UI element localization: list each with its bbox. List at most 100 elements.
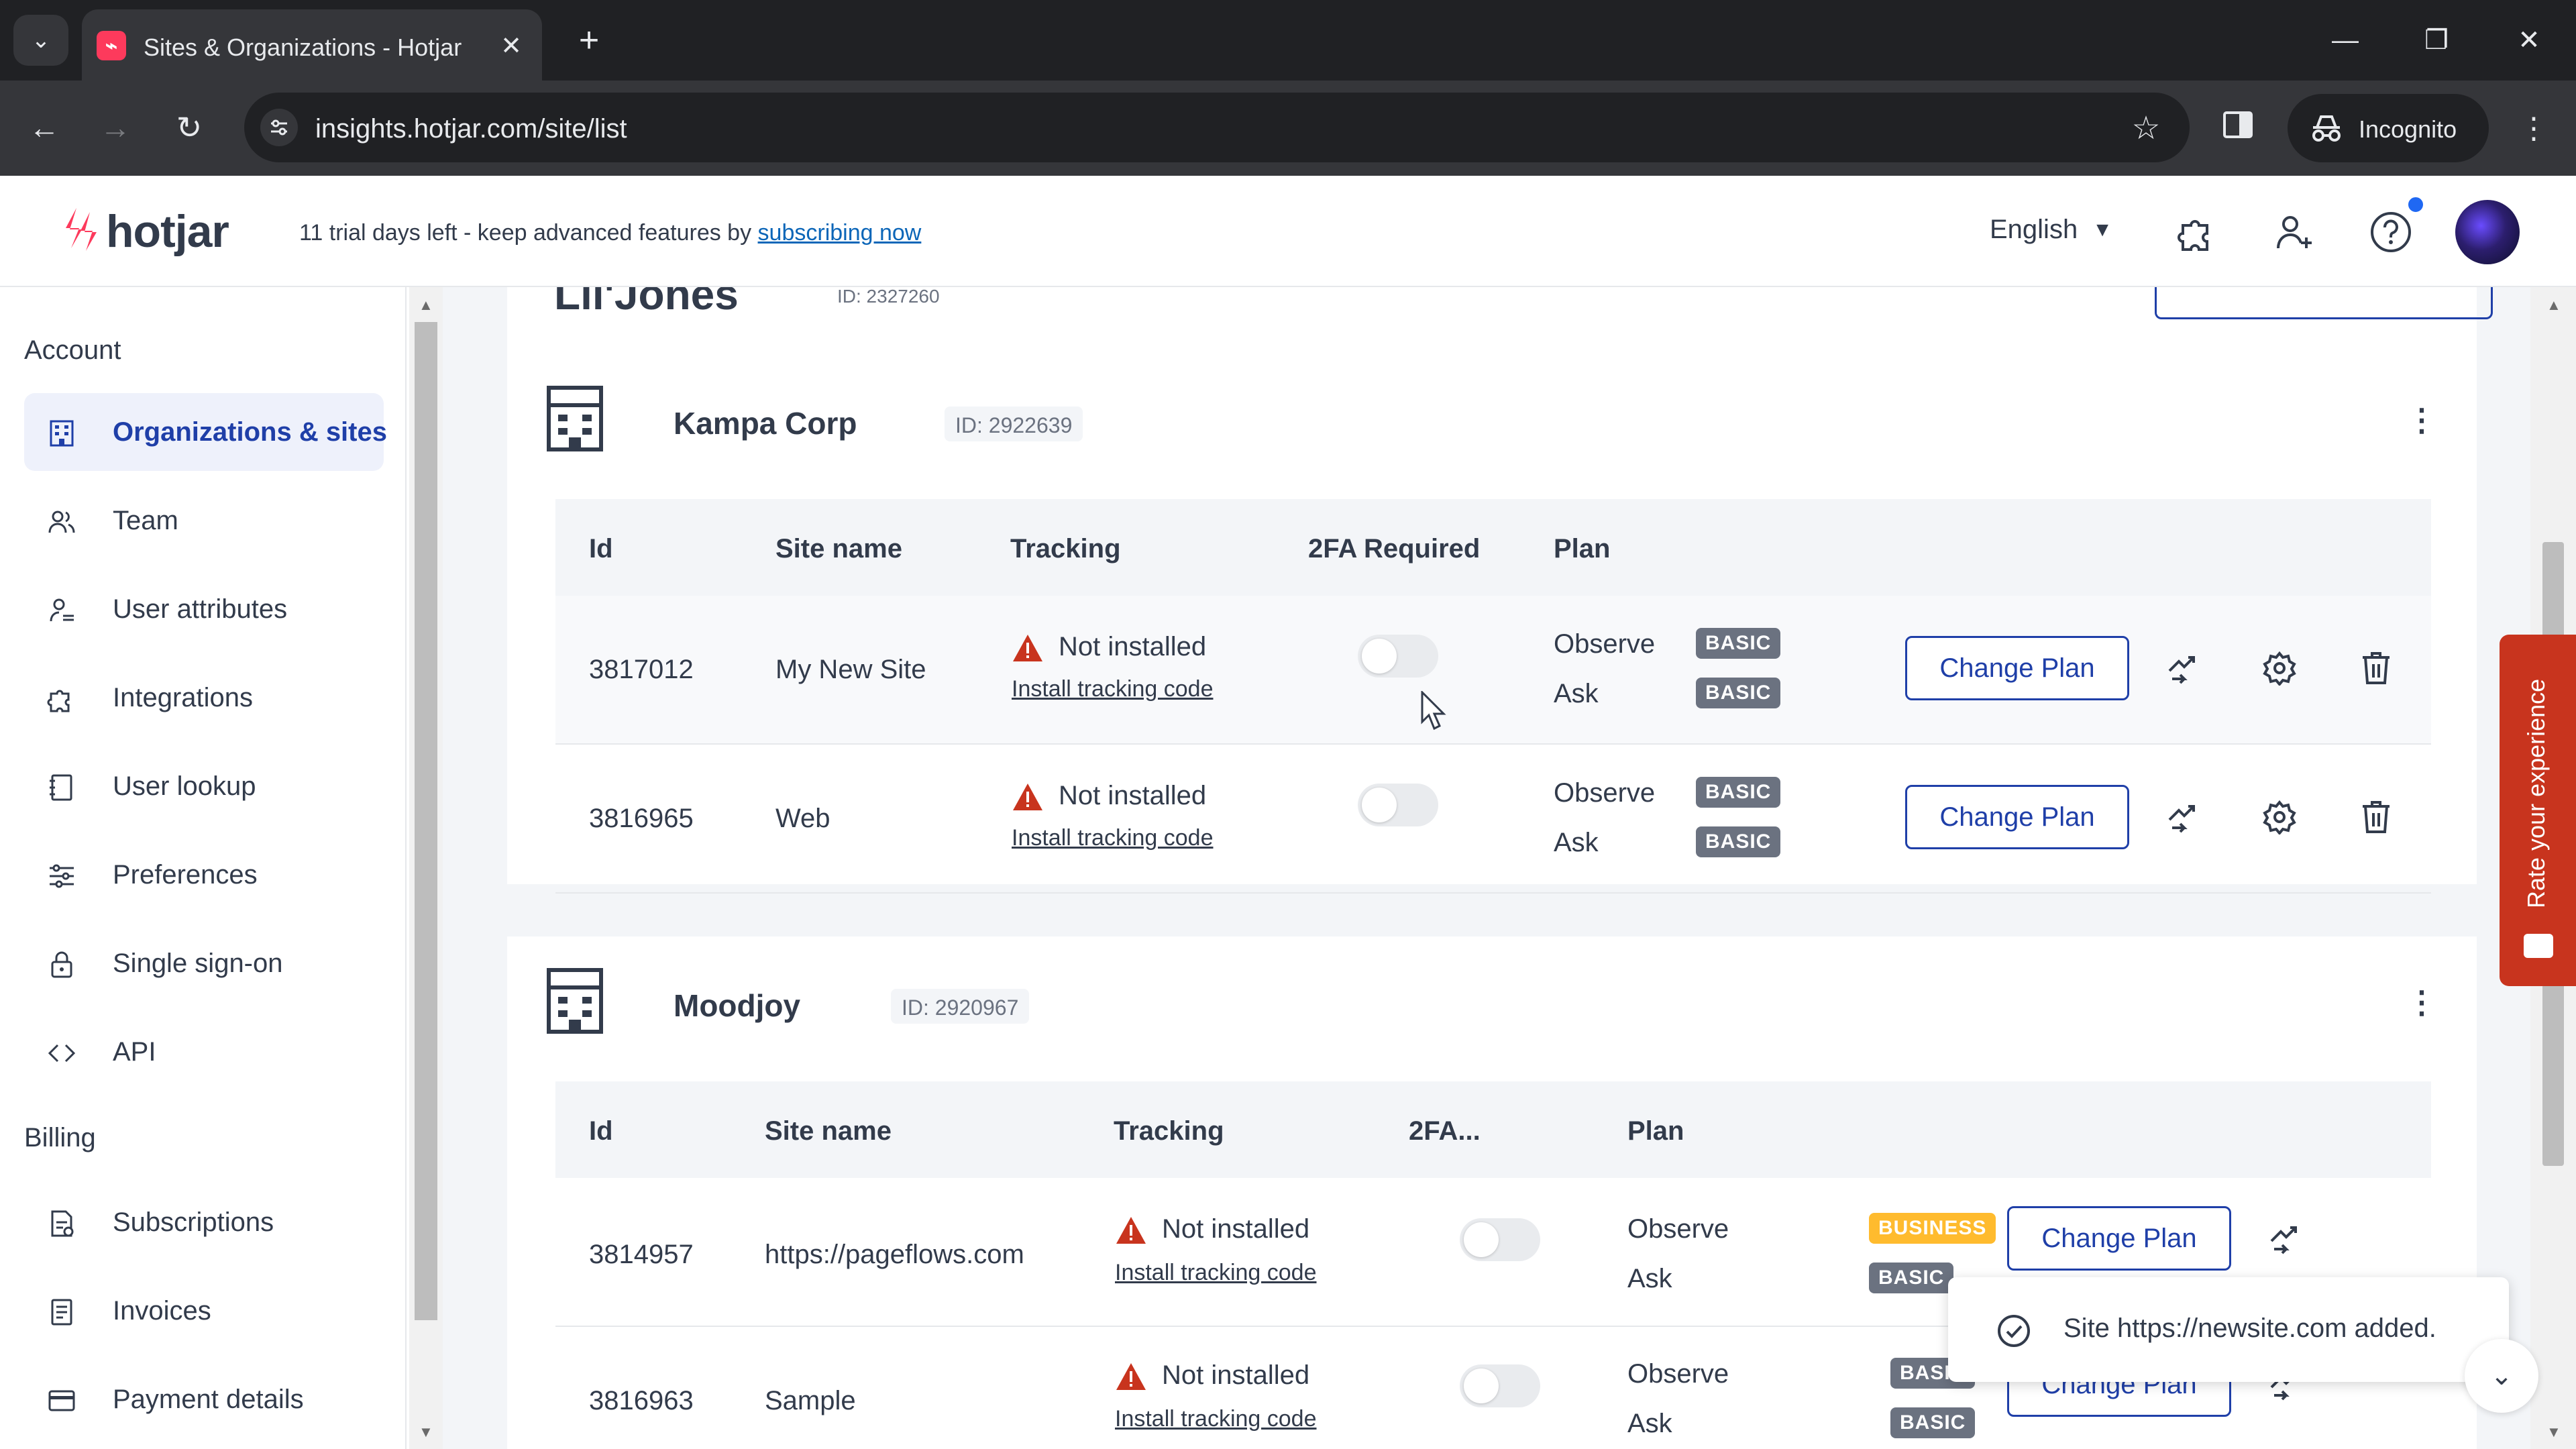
language-selector[interactable]: English ▼	[1990, 215, 2112, 245]
ask-plan-badge: BASIC	[1890, 1407, 1976, 1438]
install-tracking-link[interactable]: Install tracking code	[1115, 1260, 1317, 1286]
side-panel-icon[interactable]	[2219, 106, 2265, 152]
org-card-partial: Lil'Jones ID: 2327260	[507, 287, 2493, 354]
col-site-name: Site name	[765, 1116, 892, 1146]
sidebar-item-single-sign-on[interactable]: Single sign-on	[24, 924, 384, 1002]
billing-heading: Billing	[24, 1123, 96, 1152]
observe-plan-badge: BASIC	[1696, 777, 1781, 808]
install-tracking-link[interactable]: Install tracking code	[1012, 825, 1214, 851]
sidebar-item-team[interactable]: Team	[24, 482, 384, 559]
browser-menu-icon[interactable]: ⋮	[2509, 103, 2559, 153]
new-tab-button[interactable]: +	[568, 19, 610, 62]
site-name: My New Site	[775, 655, 926, 684]
app-header: hotjar 11 trial days left - keep advance…	[0, 176, 2576, 287]
scroll-down-icon[interactable]: ▼	[419, 1424, 433, 1441]
tab-search-button[interactable]: ⌄	[13, 15, 68, 66]
site-id: 3814957	[589, 1240, 694, 1269]
tab-title: Sites & Organizations - Hotjar	[144, 34, 462, 61]
browser-tab[interactable]: ⌁ Sites & Organizations - Hotjar ✕	[82, 9, 542, 80]
back-button[interactable]: ←	[19, 102, 70, 153]
reload-button[interactable]: ↻	[164, 102, 215, 153]
omnibox[interactable]: insights.hotjar.com/site/list ☆	[244, 93, 2190, 162]
code-icon	[48, 1044, 76, 1063]
puzzle-icon	[47, 690, 70, 712]
chevron-collapse-icon[interactable]: ⌄	[2465, 1339, 2538, 1413]
2fa-toggle[interactable]	[1358, 635, 1438, 678]
2fa-toggle[interactable]	[1358, 784, 1438, 826]
settings-gear-icon[interactable]	[2258, 796, 2301, 839]
tracking-status: Not installed	[1162, 1214, 1310, 1244]
site-name: https://pageflows.com	[765, 1240, 1024, 1269]
feedback-label: Rate your experience	[2522, 678, 2550, 908]
org-name: Lil'Jones	[554, 287, 739, 319]
lock-icon	[51, 951, 72, 978]
col-plan: Plan	[1554, 534, 1611, 564]
change-plan-button[interactable]: Change Plan	[1905, 785, 2129, 849]
2fa-toggle[interactable]	[1460, 1218, 1540, 1261]
window-close-button[interactable]: ✕	[2505, 16, 2553, 64]
scroll-up-icon[interactable]: ▲	[419, 297, 433, 314]
sidebar-scrollbar[interactable]: ▲ ▼	[409, 287, 443, 1449]
col-plan: Plan	[1627, 1116, 1684, 1146]
sidebar-item-payment-details[interactable]: Payment details	[24, 1360, 384, 1438]
settings-gear-icon[interactable]	[2258, 647, 2301, 690]
sidebar-item-label: Subscriptions	[113, 1208, 274, 1237]
table-header: Id Site name Tracking 2FA Required Plan	[555, 499, 2431, 596]
invite-user-icon[interactable]	[2267, 205, 2321, 259]
sidebar-item-api[interactable]: API	[24, 1013, 384, 1091]
change-plan-button[interactable]: Change Plan	[1905, 636, 2129, 700]
hotjar-favicon-icon: ⌁	[97, 31, 126, 60]
sidebar-item-label: API	[113, 1037, 156, 1067]
sidebar-item-preferences[interactable]: Preferences	[24, 836, 384, 914]
sidebar-scroll-thumb[interactable]	[415, 322, 437, 1320]
incognito-badge[interactable]: Incognito	[2288, 94, 2489, 162]
scroll-down-icon[interactable]: ▼	[2546, 1424, 2561, 1441]
org-name: Kampa Corp	[674, 406, 857, 441]
sidebar-item-user-lookup[interactable]: User lookup	[24, 747, 384, 825]
sidebar-item-subscriptions[interactable]: Subscriptions	[24, 1183, 384, 1261]
sidebar-item-invoices[interactable]: Invoices	[24, 1272, 384, 1350]
close-icon[interactable]: ✕	[492, 27, 530, 64]
org-id: ID: 2922639	[945, 407, 1083, 441]
logo-text: hotjar	[106, 206, 229, 257]
rate-experience-tab[interactable]: Rate your experience	[2500, 635, 2576, 986]
minimize-button[interactable]: —	[2321, 16, 2369, 64]
site-id: 3816963	[589, 1386, 694, 1415]
integrations-puzzle-icon[interactable]	[2171, 205, 2224, 259]
delete-trash-icon[interactable]	[2355, 647, 2398, 690]
subscribe-link[interactable]: subscribing now	[758, 220, 922, 246]
incognito-label: Incognito	[2359, 115, 2457, 143]
credit-card-icon	[48, 1390, 75, 1411]
site-settings-icon[interactable]	[260, 109, 298, 146]
sidebar-item-integrations[interactable]: Integrations	[24, 659, 384, 737]
check-circle-icon	[1998, 1315, 2030, 1347]
more-options-icon[interactable]: ⋮	[2403, 401, 2440, 439]
help-icon[interactable]	[2364, 205, 2418, 259]
delete-trash-icon[interactable]	[2355, 796, 2398, 839]
transfer-site-icon[interactable]	[2161, 796, 2204, 839]
bookmark-star-icon[interactable]: ☆	[2123, 105, 2169, 152]
avatar[interactable]	[2455, 200, 2520, 264]
ask-plan-badge: BASIC	[1696, 826, 1781, 857]
tracking-status: Not installed	[1059, 632, 1207, 661]
change-plan-button[interactable]: Change Plan	[2007, 1206, 2231, 1271]
col-2fa: 2FA Required	[1308, 534, 1481, 564]
add-site-button[interactable]	[2155, 287, 2493, 319]
forward-button[interactable]: →	[90, 102, 141, 153]
transfer-site-icon[interactable]	[2161, 647, 2204, 690]
restore-button[interactable]: ❐	[2412, 16, 2461, 64]
trial-banner: 11 trial days left - keep advanced featu…	[299, 220, 921, 246]
sidebar-item-label: Invoices	[113, 1296, 211, 1326]
install-tracking-link[interactable]: Install tracking code	[1012, 676, 1214, 702]
sidebar-item-user-attributes[interactable]: User attributes	[24, 570, 384, 648]
scroll-up-icon[interactable]: ▲	[2546, 297, 2561, 314]
sidebar-item-organizations[interactable]: Organizations & sites	[24, 393, 387, 471]
warning-icon	[1013, 635, 1042, 661]
plan-ask-label: Ask	[1627, 1264, 1672, 1293]
more-options-icon[interactable]: ⋮	[2403, 983, 2440, 1021]
install-tracking-link[interactable]: Install tracking code	[1115, 1406, 1317, 1432]
site-id: 3817012	[589, 655, 694, 684]
transfer-site-icon[interactable]	[2263, 1217, 2306, 1260]
2fa-toggle[interactable]	[1460, 1364, 1540, 1407]
observe-plan-badge: BASIC	[1696, 628, 1781, 659]
